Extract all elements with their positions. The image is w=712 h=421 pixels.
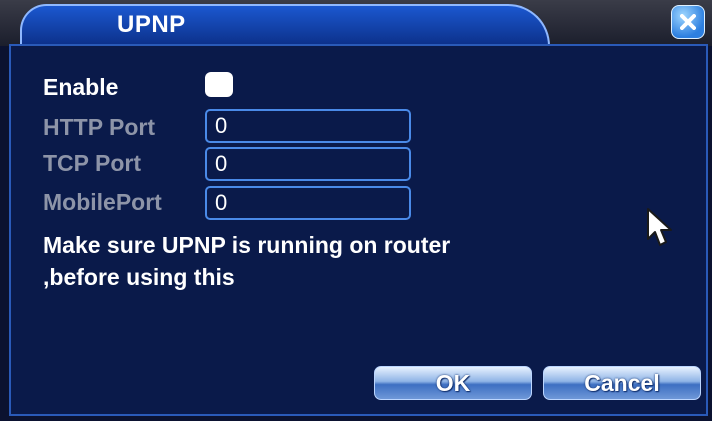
close-button[interactable] — [671, 5, 705, 39]
tcp-port-field[interactable]: 0 — [205, 147, 411, 181]
dialog-title: UPNP — [117, 11, 186, 38]
mobile-port-label: MobilePort — [43, 189, 162, 215]
ok-button[interactable]: OK — [374, 366, 532, 400]
enable-label: Enable — [43, 74, 119, 100]
mobile-port-field[interactable]: 0 — [205, 186, 411, 220]
upnp-note-line1: Make sure UPNP is running on router — [43, 232, 451, 258]
enable-checkbox[interactable] — [205, 72, 233, 97]
cancel-button[interactable]: Cancel — [543, 366, 701, 400]
upnp-dialog: UPNP Enable HTTP Port 0 TCP Port 0 Mobil… — [0, 0, 712, 421]
title-tab: UPNP — [20, 4, 550, 46]
close-x-icon — [680, 14, 696, 30]
settings-panel: Enable HTTP Port 0 TCP Port 0 MobilePort… — [9, 44, 708, 416]
upnp-note-line2: ,before using this — [43, 264, 235, 290]
tcp-port-label: TCP Port — [43, 150, 141, 176]
mouse-cursor-icon — [647, 208, 672, 246]
http-port-label: HTTP Port — [43, 114, 156, 140]
title-bar: UPNP — [0, 0, 712, 46]
http-port-field[interactable]: 0 — [205, 109, 411, 143]
